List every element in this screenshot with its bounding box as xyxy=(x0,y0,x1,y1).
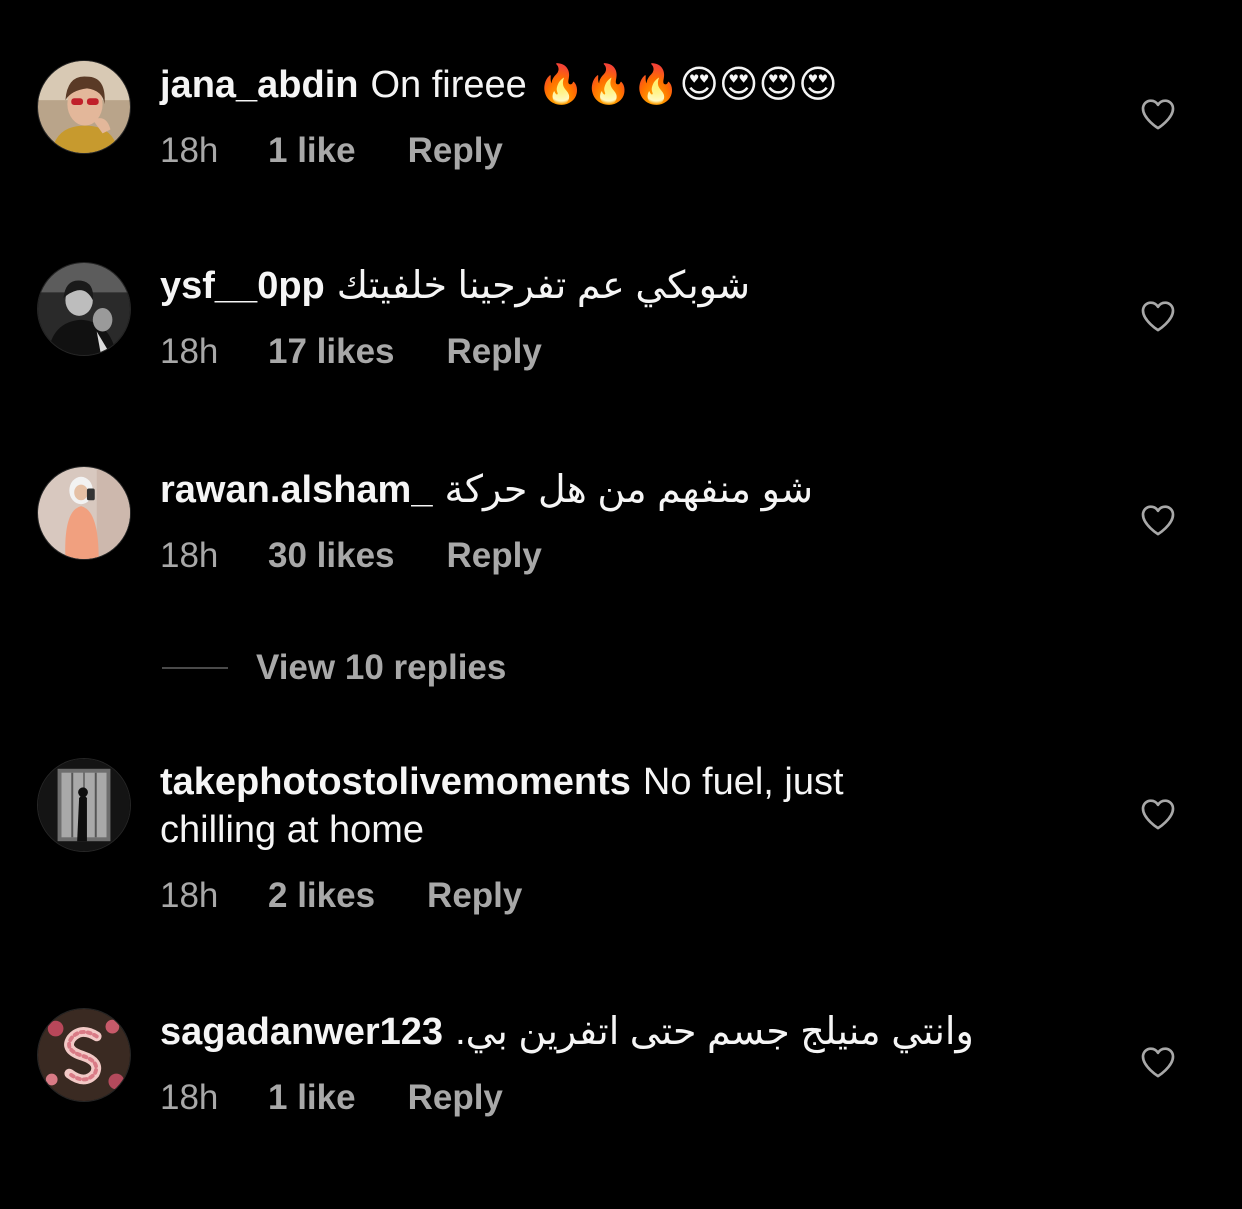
replies-divider xyxy=(162,667,228,669)
comment-likes[interactable]: 30 likes xyxy=(268,536,395,576)
comment-message: وانتي منيلج جسم حتى اتفرين بي. xyxy=(455,1011,974,1053)
comment-body: jana_abdin On fireee 🔥🔥🔥😍😍😍😍 18h 1 like Rep… xyxy=(160,60,1100,171)
comment-likes[interactable]: 2 likes xyxy=(268,876,375,916)
reply-button[interactable]: Reply xyxy=(408,131,503,171)
avatar-image xyxy=(38,467,130,559)
avatar-image xyxy=(38,61,130,153)
comment-likes[interactable]: 1 like xyxy=(268,1078,356,1118)
view-replies-button[interactable]: View 10 replies xyxy=(162,646,506,690)
comment-username[interactable]: takephotostolivemoments xyxy=(160,761,631,803)
avatar[interactable] xyxy=(37,262,131,356)
comment-body: rawan.alsham_ شو منفهم من هل حركة 18h 30 l… xyxy=(160,466,1100,576)
comment-username[interactable]: sagadanwer123 xyxy=(160,1011,443,1053)
comment-time: 18h xyxy=(160,1078,219,1117)
avatar[interactable] xyxy=(37,1008,131,1102)
comment-body: ysf__0pp شوبكي عم تفرجينا خلفيتك 18h 17 li… xyxy=(160,262,1100,372)
comment-likes[interactable]: 17 likes xyxy=(268,332,395,372)
heart-icon[interactable] xyxy=(1138,794,1178,834)
comment-meta: 18h 30 likes Reply xyxy=(160,536,1100,576)
comment-text: takephotostolivemoments No fuel, just chi… xyxy=(160,758,960,854)
comment-text: ysf__0pp شوبكي عم تفرجينا خلفيتك xyxy=(160,262,1100,310)
view-replies-label: View 10 replies xyxy=(256,648,507,687)
heart-icon[interactable] xyxy=(1138,296,1178,336)
heart-icon[interactable] xyxy=(1138,1042,1178,1082)
avatar[interactable] xyxy=(37,60,131,154)
avatar[interactable] xyxy=(37,758,131,852)
comment-message: شو منفهم من هل حركة xyxy=(444,469,814,511)
comment-body: takephotostolivemoments No fuel, just chi… xyxy=(160,758,960,916)
comment-text: rawan.alsham_ شو منفهم من هل حركة xyxy=(160,466,1100,514)
comment-message: شوبكي عم تفرجينا خلفيتك xyxy=(336,265,751,307)
comment-meta: 18h 1 like Reply xyxy=(160,131,1100,171)
comment-time: 18h xyxy=(160,131,219,170)
emoji-sequence: 🔥🔥🔥😍😍😍😍 xyxy=(537,62,838,106)
comment-body: sagadanwer123 وانتي منيلج جسم حتى اتفرين … xyxy=(160,1008,1100,1118)
comment-meta: 18h 1 like Reply xyxy=(160,1078,1100,1118)
avatar-image xyxy=(38,1009,130,1101)
comment-time: 18h xyxy=(160,332,219,371)
reply-button[interactable]: Reply xyxy=(408,1078,503,1118)
comment-message: On fireee xyxy=(370,64,527,106)
avatar-image xyxy=(38,759,130,851)
comment-time: 18h xyxy=(160,876,219,915)
reply-button[interactable]: Reply xyxy=(447,536,542,576)
reply-button[interactable]: Reply xyxy=(427,876,522,916)
comment-text: sagadanwer123 وانتي منيلج جسم حتى اتفرين … xyxy=(160,1008,1100,1056)
avatar[interactable] xyxy=(37,466,131,560)
comment-username[interactable]: ysf__0pp xyxy=(160,265,325,307)
reply-button[interactable]: Reply xyxy=(447,332,542,372)
comment-username[interactable]: rawan.alsham_ xyxy=(160,469,432,511)
comment-likes[interactable]: 1 like xyxy=(268,131,356,171)
comment-meta: 18h 2 likes Reply xyxy=(160,876,960,916)
comment-meta: 18h 17 likes Reply xyxy=(160,332,1100,372)
heart-icon[interactable] xyxy=(1138,500,1178,540)
comment-time: 18h xyxy=(160,536,219,575)
comment-username[interactable]: jana_abdin xyxy=(160,64,359,106)
comment-text: jana_abdin On fireee 🔥🔥🔥😍😍😍😍 xyxy=(160,60,1100,109)
avatar-image xyxy=(38,263,130,355)
heart-icon[interactable] xyxy=(1138,94,1178,134)
